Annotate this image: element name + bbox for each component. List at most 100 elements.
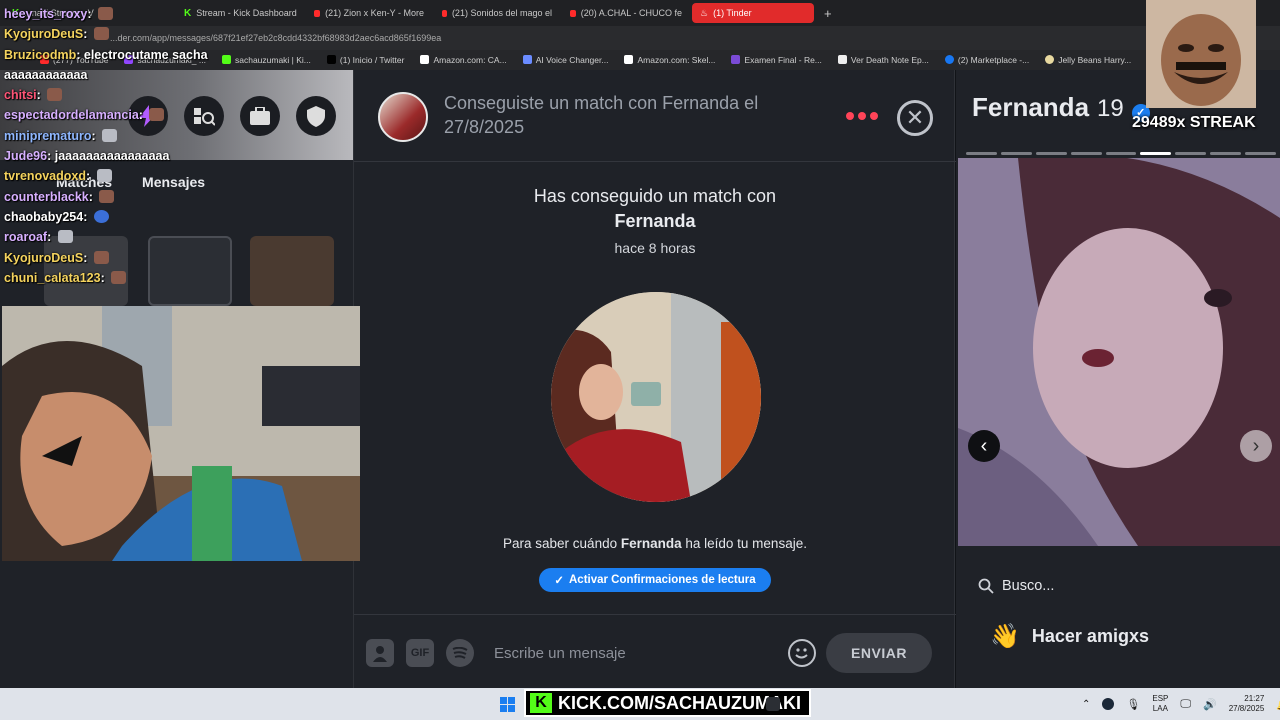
browser-tab[interactable]: (20) A.CHAL - CHUCO fe — [562, 3, 690, 23]
chat-separator: : — [83, 250, 91, 265]
chat-username[interactable]: Bruzicodmb — [4, 48, 76, 62]
chat-username[interactable]: chitsi — [4, 88, 37, 102]
photo-progress-segment[interactable] — [1105, 152, 1137, 155]
chat-username[interactable]: Jude96 — [4, 149, 47, 163]
chat-username[interactable]: counterblackk — [4, 190, 89, 204]
bookmark[interactable]: (2) Marketplace -... — [944, 55, 1030, 65]
page-icon — [837, 55, 847, 64]
dot — [858, 112, 866, 120]
activate-read-receipts-button[interactable]: ✓ Activar Confirmaciones de lectura — [539, 568, 771, 592]
photo-progress-segment[interactable] — [1210, 152, 1242, 155]
chat-separator: : — [87, 7, 96, 21]
bookmark-label: Amazon.com: Skel... — [637, 55, 716, 65]
face-emote-icon — [93, 250, 109, 264]
chat-username[interactable]: heey_its_roxy — [4, 7, 87, 21]
profile-photo-image — [958, 158, 1280, 546]
gif-button[interactable]: GIF — [406, 639, 434, 667]
clock-time: 21:27 — [1244, 694, 1265, 703]
browser-tab[interactable]: (21) Sonidos del mago el — [434, 3, 560, 23]
intent-label: Hacer amigxs — [1031, 626, 1149, 646]
photo-progress-segment[interactable] — [1070, 152, 1102, 155]
spotify-icon — [452, 647, 468, 659]
bookmark[interactable]: Jelly Beans Harry... — [1045, 55, 1131, 65]
looking-for-label: Busco... — [1002, 578, 1055, 594]
chat-message: counterblackk: — [4, 187, 354, 207]
chat-username[interactable]: espectadordelamancia — [4, 108, 139, 122]
photo-progress-segment[interactable] — [1245, 152, 1277, 155]
chat-username[interactable]: roaroaf — [4, 230, 47, 244]
taskbar-app-icon[interactable] — [766, 697, 780, 711]
bookmark-label: (2) Marketplace -... — [957, 55, 1030, 65]
chat-message: chitsi: — [4, 85, 354, 105]
dot — [870, 112, 878, 120]
read-note-prefix: Para saber cuándo — [503, 536, 621, 551]
chat-username[interactable]: chuni_calata123 — [4, 271, 101, 285]
system-tray: ⌃ 🎙 ESPLAA 🖵 🔊 21:2727/8/2025 🔔 — [1082, 694, 1280, 714]
message-composer: GIF ENVIAR — [354, 614, 956, 688]
windows-taskbar: K KICK.COM/SACHAUZUMAKI ⌃ 🎙 ESP LAA 🖵 🔊 2… — [0, 688, 1280, 720]
next-photo-button[interactable]: › — [1240, 430, 1272, 462]
chat-username[interactable]: miniprematuro — [4, 129, 92, 143]
match-avatar[interactable] — [551, 292, 761, 502]
kick-logo-icon: K — [530, 693, 552, 713]
new-tab-button[interactable]: + — [816, 3, 840, 23]
match-photo — [551, 292, 761, 502]
send-button[interactable]: ENVIAR — [826, 633, 932, 673]
bookmark[interactable]: Examen Final - Re... — [731, 55, 822, 65]
face-emote-icon — [93, 27, 109, 41]
notifications-icon[interactable]: 🔔 — [1276, 698, 1280, 711]
photo-progress-segment[interactable] — [966, 152, 997, 155]
chat-message: espectadordelamancia: — [4, 105, 354, 125]
chat-separator: : — [83, 27, 91, 42]
contact-card-icon — [373, 646, 387, 662]
volume-icon[interactable]: 🔊 — [1203, 698, 1217, 711]
profile-header: Fernanda 19 ✓ — [972, 92, 1150, 123]
chat-username[interactable]: KyojuroDeuS — [4, 251, 83, 265]
browser-tab-active[interactable]: ♨ (1) Tinder — [692, 3, 814, 23]
microphone-icon[interactable]: 🎙 — [1126, 698, 1140, 711]
chat-message: roaroaf: — [4, 227, 354, 247]
robot-emote-icon — [57, 230, 73, 244]
face-emote-icon — [98, 7, 114, 20]
read-note-suffix: ha leído tu mensaje. — [681, 536, 807, 551]
chat-username[interactable]: chaobaby254 — [4, 210, 83, 224]
clock[interactable]: 21:27 27/8/2025 — [1229, 694, 1265, 714]
language-indicator[interactable]: ESP LAA — [1152, 694, 1168, 714]
chat-username[interactable]: tvrenovadoxd — [4, 169, 86, 183]
chevron-up-icon[interactable]: ⌃ — [1082, 699, 1090, 710]
photo-progress-segment[interactable] — [1140, 152, 1172, 155]
match-avatar-small[interactable] — [378, 92, 428, 142]
previous-photo-button[interactable]: ‹ — [968, 430, 1000, 462]
match-line: Has conseguido un match con — [533, 186, 777, 206]
photo-progress-segment[interactable] — [1035, 152, 1067, 155]
profile-photo[interactable]: ‹ › — [958, 158, 1280, 546]
looking-for-section: Busco... — [978, 578, 1054, 594]
more-options-button[interactable] — [846, 112, 878, 120]
bookmark[interactable]: AI Voice Changer... — [522, 55, 608, 65]
bookmark[interactable]: Amazon.com: Skel... — [624, 55, 715, 65]
read-note-name: Fernanda — [620, 536, 682, 551]
emoji-button[interactable] — [788, 639, 816, 667]
clock-date: 27/8/2025 — [1228, 704, 1265, 713]
bookmark[interactable]: Ver Death Note Ep... — [837, 55, 929, 65]
close-conversation-button[interactable]: ✕ — [897, 100, 933, 136]
windows-start-icon[interactable] — [500, 697, 515, 712]
spotify-button[interactable] — [446, 639, 474, 667]
robot-emote-icon — [96, 169, 112, 183]
photo-progress-segment[interactable] — [1000, 152, 1032, 155]
chat-username[interactable]: KyojuroDeuS — [4, 27, 83, 41]
chat-message: Jude96: jaaaaaaaaaaaaaaaa — [4, 146, 354, 166]
chat-separator: : — [91, 128, 100, 143]
sticker-button[interactable] — [366, 639, 394, 667]
chat-message: chuni_calata123: — [4, 268, 354, 288]
steam-icon[interactable] — [1102, 698, 1115, 710]
conversation-title: Conseguiste un match con Fernanda el 27/… — [444, 93, 759, 137]
photo-progress-segment[interactable] — [1175, 152, 1207, 155]
network-icon[interactable]: 🖵 — [1180, 698, 1191, 711]
amazon-icon — [420, 55, 430, 64]
bookmark[interactable]: Amazon.com: CA... — [420, 55, 507, 65]
message-input[interactable] — [494, 637, 774, 669]
chat-message: heey_its_roxy: — [4, 4, 354, 24]
chat-separator: : — [47, 230, 55, 245]
chat-message: aaaaaaaaaaaa — [4, 65, 354, 85]
